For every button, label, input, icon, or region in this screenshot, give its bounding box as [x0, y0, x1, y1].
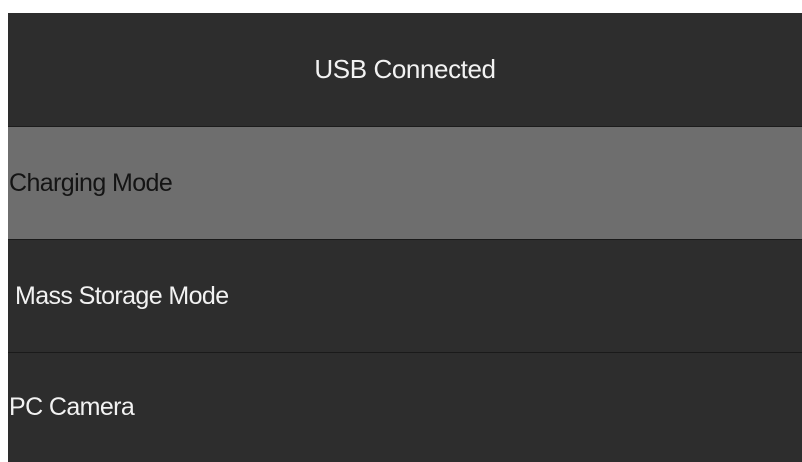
menu-item-label: Charging Mode [9, 168, 173, 197]
screen-title: USB Connected [8, 13, 802, 127]
usb-mode-menu: Charging Mode Mass Storage Mode PC Camer… [8, 127, 802, 462]
usb-connection-screen: USB Connected Charging Mode Mass Storage… [8, 13, 802, 462]
menu-item-label: PC Camera [9, 393, 135, 421]
menu-item-label: Mass Storage Mode [15, 281, 229, 310]
menu-item-pc-camera[interactable]: PC Camera [8, 353, 802, 462]
menu-item-mass-storage-mode[interactable]: Mass Storage Mode [8, 240, 802, 353]
menu-item-charging-mode[interactable]: Charging Mode [8, 127, 802, 240]
